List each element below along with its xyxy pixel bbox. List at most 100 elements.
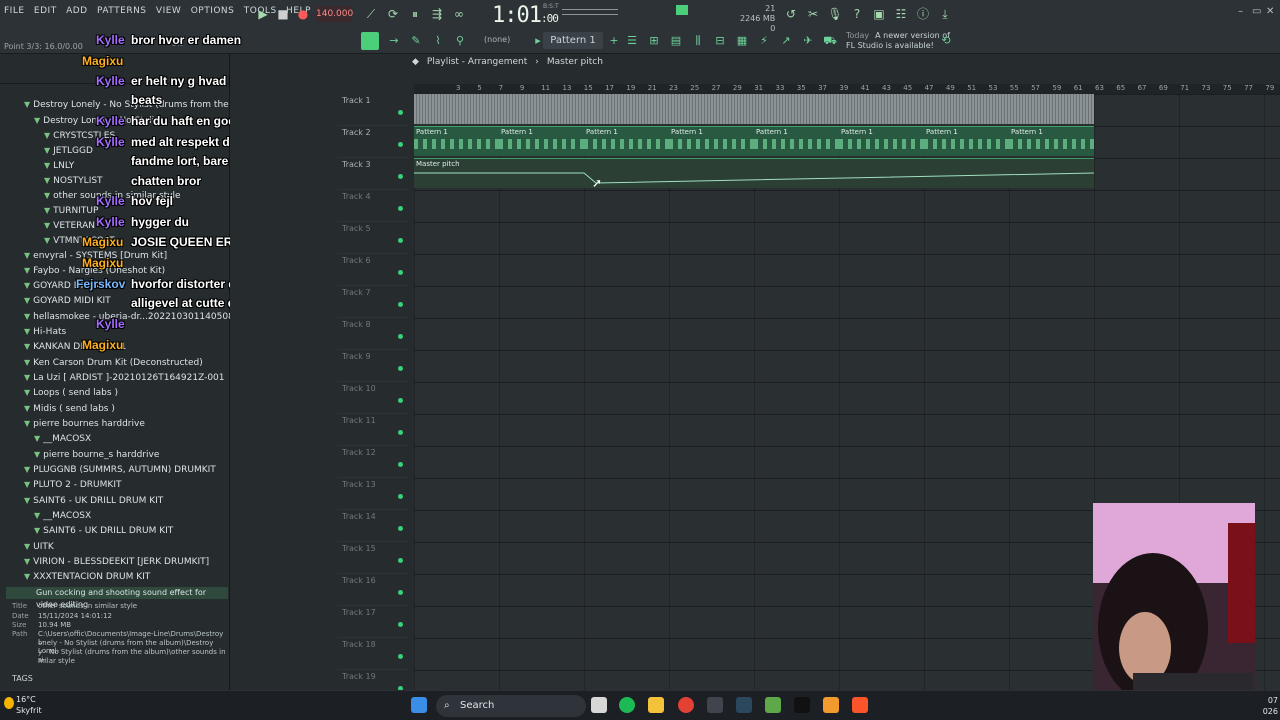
track-header[interactable]: Track 15 <box>338 542 408 574</box>
browser-folder[interactable]: ▼ __MACOSX <box>34 434 91 444</box>
menu-file[interactable]: FILE <box>4 6 25 16</box>
paint-icon[interactable]: ⌇ <box>430 34 446 48</box>
folder-expand-icon[interactable]: ▼ <box>24 100 30 109</box>
stamp-icon[interactable]: ⚲ <box>452 34 468 48</box>
browser-folder[interactable]: ▼ VETERAN <box>44 221 95 231</box>
menu-options[interactable]: OPTIONS <box>191 6 235 16</box>
track-header[interactable]: Track 14 <box>338 510 408 542</box>
browser-folder[interactable]: ▼ VIRION - BLESSDEEKIT [JERK DRUMKIT] <box>24 557 209 567</box>
menu-add[interactable]: ADD <box>66 6 88 16</box>
folder-expand-icon[interactable]: ▼ <box>34 116 40 125</box>
mixer-icon[interactable]: ☷ <box>892 6 910 22</box>
track-mute-led[interactable] <box>398 430 403 435</box>
browser-folder[interactable]: ▼ JETLGGD <box>44 146 93 156</box>
track-mute-led[interactable] <box>398 174 403 179</box>
tempo-display[interactable]: 140.000 <box>316 6 353 22</box>
play-icon[interactable]: ▶ <box>254 6 272 22</box>
track-mute-led[interactable] <box>398 206 403 211</box>
browser-folder[interactable]: ▼ hellasmokee - uberia-dr...2022103011405… <box>24 312 260 322</box>
fl-studio-icon[interactable] <box>823 697 839 713</box>
folder-expand-icon[interactable]: ▼ <box>24 572 30 581</box>
track-mute-led[interactable] <box>398 334 403 339</box>
timeline-ruler[interactable]: 3 5 7 9 11 13 15 17 19 21 23 25 27 29 31 33 35 37 39 41 43 45… <box>414 84 1280 94</box>
taskbar-search[interactable]: ⌕ Search <box>436 695 586 717</box>
folder-expand-icon[interactable]: ▼ <box>34 526 40 535</box>
folder-expand-icon[interactable]: ▼ <box>34 450 40 459</box>
info-icon[interactable]: ⓘ <box>914 6 932 22</box>
track-mute-led[interactable] <box>398 302 403 307</box>
audio-clip[interactable] <box>414 94 1094 124</box>
taskbar-clock[interactable]: 07 026 <box>1263 695 1278 717</box>
folder-expand-icon[interactable]: ▼ <box>24 557 30 566</box>
pattern-clip[interactable]: Pattern 1 <box>1009 126 1094 156</box>
spotify-icon[interactable] <box>619 697 635 713</box>
close-icon[interactable]: ✕ <box>1266 6 1274 17</box>
add-pattern-icon[interactable]: + <box>606 34 622 48</box>
file-explorer-icon[interactable] <box>648 697 664 713</box>
mixer-view-icon[interactable]: ⫼ <box>690 34 706 48</box>
folder-expand-icon[interactable]: ▼ <box>24 404 30 413</box>
pattern-clip[interactable]: Pattern 1 <box>414 126 499 156</box>
channel-rack-icon[interactable]: ⊞ <box>646 34 662 48</box>
browser-folder[interactable]: ▼ UITK <box>24 542 54 552</box>
plug-icon[interactable]: ⚡ <box>756 34 772 48</box>
track-header[interactable]: Track 3 <box>338 158 408 190</box>
track-mute-led[interactable] <box>398 366 403 371</box>
cut-icon[interactable]: ✂ <box>804 6 822 22</box>
folder-expand-icon[interactable]: ▼ <box>24 251 30 260</box>
folder-expand-icon[interactable]: ▼ <box>24 296 30 305</box>
track-mute-led[interactable] <box>398 462 403 467</box>
news-panel[interactable]: Today A newer version of FL Studio is ava… <box>846 31 950 51</box>
track-mute-led[interactable] <box>398 398 403 403</box>
track-mute-led[interactable] <box>398 494 403 499</box>
folder-expand-icon[interactable]: ▼ <box>24 266 30 275</box>
browser-folder[interactable]: ▼ XXXTENTACION DRUM KIT <box>24 572 150 582</box>
track-header[interactable]: Track 1 <box>338 94 408 126</box>
browser-folder[interactable]: ▼ Ken Carson Drum Kit (Deconstructed) <box>24 358 203 368</box>
brush-icon[interactable]: ↗ <box>778 34 794 48</box>
undo-icon[interactable]: ↺ <box>782 6 800 22</box>
pattern-clip[interactable]: Pattern 1 <box>924 126 1009 156</box>
mic-icon[interactable]: 🎙 <box>826 6 844 22</box>
track-header[interactable]: Track 13 <box>338 478 408 510</box>
browser-folder[interactable]: ▼ La Uzi [ ARDIST ]-20210126T164921Z-001 <box>24 373 225 383</box>
browser-folder[interactable]: ▼ SAINT6 - UK DRILL DRUM KIT <box>24 496 163 506</box>
folder-expand-icon[interactable]: ▼ <box>24 342 30 351</box>
folder-expand-icon[interactable]: ▼ <box>44 131 50 140</box>
folder-expand-icon[interactable]: ▼ <box>44 161 50 170</box>
browser-folder[interactable]: ▼ NOSTYLIST <box>44 176 103 186</box>
folder-expand-icon[interactable]: ▼ <box>24 496 30 505</box>
download-icon[interactable]: ⤓ <box>936 6 954 22</box>
track-header[interactable]: Track 7 <box>338 286 408 318</box>
track-header[interactable]: Track 2 <box>338 126 408 158</box>
track-header[interactable]: Track 18 <box>338 638 408 670</box>
browser-folder[interactable]: ▼ Midis ( send labs ) <box>24 404 115 414</box>
blend-icon[interactable]: ∞ <box>450 6 468 22</box>
folder-expand-icon[interactable]: ▼ <box>24 419 30 428</box>
folder-expand-icon[interactable]: ▼ <box>24 388 30 397</box>
loop-icon[interactable]: ⟳ <box>384 6 402 22</box>
chrome-icon[interactable] <box>678 697 694 713</box>
track-mute-led[interactable] <box>398 110 403 115</box>
folder-expand-icon[interactable]: ▼ <box>24 480 30 489</box>
browser-folder[interactable]: ▼ LNLY <box>44 161 74 171</box>
discord-icon[interactable] <box>707 697 723 713</box>
menu-view[interactable]: VIEW <box>156 6 181 16</box>
folder-expand-icon[interactable]: ▼ <box>44 176 50 185</box>
track-mute-led[interactable] <box>398 558 403 563</box>
track-header[interactable]: Track 6 <box>338 254 408 286</box>
automation-clip[interactable]: Master pitch <box>414 158 1094 188</box>
folder-expand-icon[interactable]: ▼ <box>34 434 40 443</box>
plugin-db-icon[interactable]: ▦ <box>734 34 750 48</box>
track-header[interactable]: Track 5 <box>338 222 408 254</box>
browser-folder[interactable]: ▼ Hi-Hats <box>24 327 66 337</box>
browser-folder[interactable]: ▼ Loops ( send labs ) <box>24 388 118 398</box>
tags-header[interactable]: TAGS <box>12 674 33 683</box>
folder-expand-icon[interactable]: ▼ <box>24 327 30 336</box>
save-icon[interactable]: ▣ <box>870 6 888 22</box>
browser-folder[interactable]: ▼ pierre bourne_s harddrive <box>34 450 159 460</box>
pattern-clip[interactable]: Pattern 1 <box>754 126 839 156</box>
folder-expand-icon[interactable]: ▼ <box>24 373 30 382</box>
track-header[interactable]: Track 10 <box>338 382 408 414</box>
weather-widget[interactable]: 16°C Skyfrit <box>16 694 42 716</box>
